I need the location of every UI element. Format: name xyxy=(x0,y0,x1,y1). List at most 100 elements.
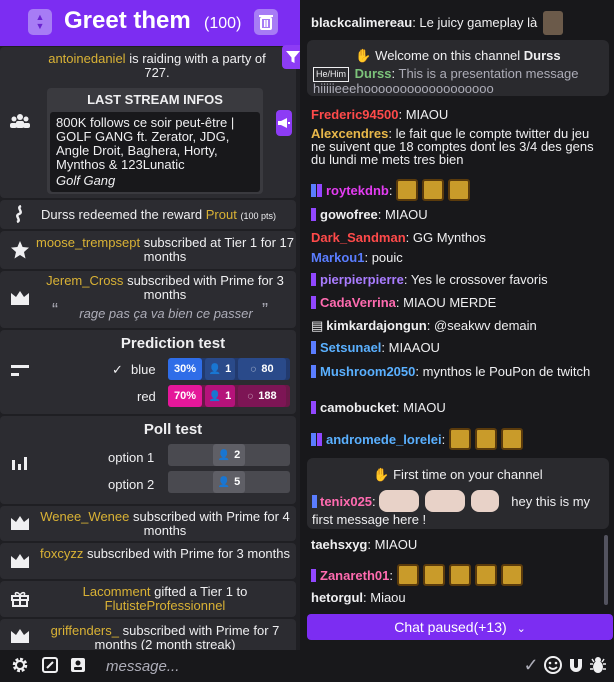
sub-badge-icon xyxy=(311,184,316,197)
chat-message[interactable]: Markou1: pouic xyxy=(311,251,601,264)
feed-count: (100) xyxy=(204,15,242,32)
user-button[interactable] xyxy=(68,655,88,675)
welcome-channel: Durss xyxy=(523,48,561,63)
chat-username[interactable]: tenix025 xyxy=(320,494,372,509)
sub-user: Wenee_Wenee xyxy=(40,509,130,524)
vip-badge-icon xyxy=(311,273,316,286)
gift-user: Lacomment xyxy=(82,584,151,599)
chat-username[interactable]: Markou1 xyxy=(311,250,364,265)
highlight-button[interactable] xyxy=(276,110,292,136)
settings-button[interactable] xyxy=(10,655,30,675)
chat-message[interactable]: blackcalimereau: Le juicy gameplay là xyxy=(311,11,601,35)
message-input[interactable] xyxy=(96,653,512,679)
prime-sub-card[interactable]: Jerem_Cross subscribed with Prime for 3 … xyxy=(0,271,296,328)
sub-text: Wenee_Wenee subscribed with Prime for 4 … xyxy=(34,510,296,538)
sort-button[interactable]: ▲ ▼ xyxy=(28,9,52,35)
prediction-users: 👤 1 xyxy=(205,385,235,407)
filter-button[interactable] xyxy=(282,45,300,69)
gift-sub-card[interactable]: Lacomment gifted a Tier 1 to FlutistePro… xyxy=(0,581,296,617)
prediction-users: 👤 1 xyxy=(205,358,235,380)
chat-username[interactable]: hetorgul xyxy=(311,590,363,605)
star-icon xyxy=(8,241,32,259)
chat-username[interactable]: pierpierpierre xyxy=(320,272,404,287)
sub-badge-icon xyxy=(312,495,317,508)
chat-message[interactable]: roytekdnb: xyxy=(311,179,601,201)
sub-card[interactable]: moose_trempsept subscribed at Tier 1 for… xyxy=(0,231,296,269)
trash-icon xyxy=(259,15,273,30)
hand-wave-icon: ✋ xyxy=(355,48,372,63)
chat-message[interactable]: gowofree: MIAOU xyxy=(311,208,601,221)
prime-sub-card[interactable]: Wenee_Wenee subscribed with Prime for 4 … xyxy=(0,506,296,541)
user-icon: 👤 xyxy=(217,476,231,488)
redeem-card[interactable]: Durss redeemed the reward Prout (100 pts… xyxy=(0,200,296,229)
magnet-icon xyxy=(570,659,582,672)
quote-close-icon: ” xyxy=(262,300,268,320)
chat-username[interactable]: Durss xyxy=(355,66,392,81)
chat-text: MIAOU xyxy=(403,400,446,415)
chat-username[interactable]: Frederic94500 xyxy=(311,107,398,122)
chat-text: Miaou xyxy=(370,590,406,605)
chat-username[interactable]: roytekdnb xyxy=(326,183,389,198)
chat-message[interactable]: taehsxyg: MIAOU xyxy=(311,538,601,551)
chat-username[interactable]: gowofree xyxy=(320,207,378,222)
debug-button[interactable] xyxy=(588,655,608,675)
chat-message[interactable]: Frederic94500: MIAOU xyxy=(311,108,601,121)
chat-message[interactable]: He/Him Durss: This is a presentation mes… xyxy=(313,67,605,95)
vip-badge-icon xyxy=(311,569,316,582)
chat-message[interactable]: pierpierpierre: Yes le crossover favoris xyxy=(311,273,601,286)
chat-message[interactable]: CadaVerrina: MIAOU MERDE xyxy=(311,296,601,309)
vip-badge-icon xyxy=(311,401,316,414)
prediction-card[interactable]: Prediction test ✓ blue 30% 👤 1 ◌ 80 red 70… xyxy=(0,330,296,414)
poll-title: Poll test xyxy=(143,421,203,438)
gift-message: gifted a Tier 1 to xyxy=(154,584,248,599)
poll-votes: 👤 5 xyxy=(213,471,245,493)
sub-text: griffenders_ subscribed with Prime for 7… xyxy=(34,624,296,651)
chat-message[interactable]: hetorgul: Miaou xyxy=(311,591,601,604)
chat-text: MIAOU xyxy=(374,537,418,552)
edit-button[interactable] xyxy=(40,655,60,675)
prime-sub-card[interactable]: foxcyzz subscribed with Prime for 3 mont… xyxy=(0,543,296,579)
prediction-outcome-label: red xyxy=(137,389,156,404)
chat-message[interactable]: ▤ kimkardajongun: @seakwv demain xyxy=(311,319,601,332)
crown-icon xyxy=(8,629,32,643)
chat-username[interactable]: Zanareth01 xyxy=(320,568,389,583)
chat-username[interactable]: Mushroom2050 xyxy=(320,364,415,379)
sub-text: moose_trempsept subscribed at Tier 1 for… xyxy=(34,236,296,264)
emote-icon xyxy=(448,179,471,201)
chat-paused-button[interactable]: Chat paused(+13) ⌄ xyxy=(307,614,613,640)
chat-username[interactable]: blackcalimereau xyxy=(311,15,412,30)
raid-icon xyxy=(8,113,32,129)
chat-username[interactable]: taehsxyg xyxy=(311,537,367,552)
prime-sub-card[interactable]: griffenders_ subscribed with Prime for 7… xyxy=(0,619,296,650)
chat-panel: blackcalimereau: Le juicy gameplay là ✋ … xyxy=(304,0,614,682)
chat-username[interactable]: kimkardajongun xyxy=(326,318,426,333)
points-icon: ◌ xyxy=(247,390,254,402)
gift-icon xyxy=(8,591,32,607)
prediction-percent: 30% xyxy=(168,358,202,380)
chat-scrollbar[interactable] xyxy=(604,535,608,605)
chat-username[interactable]: Dark_Sandman xyxy=(311,230,406,245)
emote-picker-button[interactable] xyxy=(543,655,563,675)
chat-username[interactable]: Setsunael xyxy=(320,340,381,355)
chat-message[interactable]: camobucket: MIAOU xyxy=(311,401,601,414)
chat-username[interactable]: CadaVerrina xyxy=(320,295,396,310)
chat-message[interactable]: tenix025: hey this is my first message h… xyxy=(312,490,604,528)
emote-icon xyxy=(542,11,563,35)
chat-message[interactable]: Zanareth01: xyxy=(311,564,601,586)
magnet-button[interactable] xyxy=(566,655,586,675)
vip-badge-icon xyxy=(317,433,322,446)
chat-username[interactable]: camobucket xyxy=(320,400,396,415)
chevron-down-icon: ⌄ xyxy=(516,623,526,635)
chat-message[interactable]: Setsunael: MIAAOU xyxy=(311,341,601,354)
chat-message[interactable]: Mushroom2050: mynthos le PouPon de twitc… xyxy=(311,365,601,378)
clear-feed-button[interactable] xyxy=(254,9,278,35)
checkmark-button[interactable]: ✓ xyxy=(521,655,541,675)
chat-message[interactable]: Dark_Sandman: GG Mynthos xyxy=(311,231,601,244)
user-icon xyxy=(71,658,85,672)
chat-username[interactable]: andromede_lorelei xyxy=(326,432,442,447)
sub-badge-icon xyxy=(311,433,316,446)
chat-message[interactable]: andromede_lorelei: xyxy=(311,428,601,450)
chat-message[interactable]: Alexcendres: le fait que le compte twitt… xyxy=(311,127,601,166)
poll-card[interactable]: Poll test option 1 👤 2 option 2 👤 5 xyxy=(0,416,296,504)
prediction-users-count: 1 xyxy=(225,390,232,402)
